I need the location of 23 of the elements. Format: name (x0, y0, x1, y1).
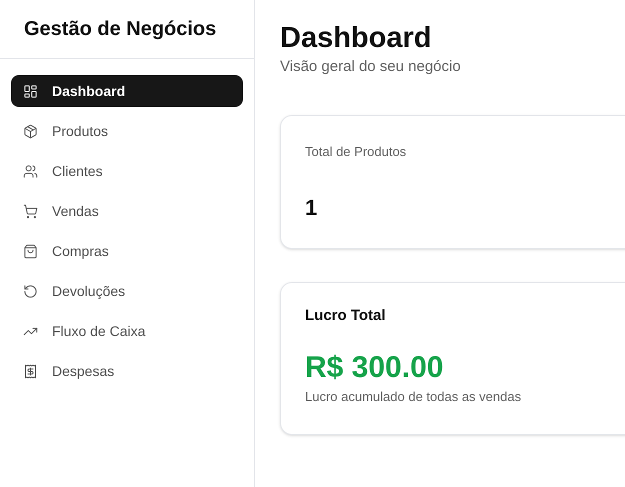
box-icon (23, 124, 38, 138)
nav-item[interactable]: Vendas (11, 195, 243, 227)
bag-icon (23, 244, 38, 258)
users-icon (23, 164, 38, 178)
page-subtitle: Visão geral do seu negócio (280, 57, 462, 78)
nav-item[interactable]: Fluxo de Caixa (11, 315, 243, 347)
dashboard-icon (23, 84, 38, 98)
card-note: Lucro acumulado de todas as vendas (305, 388, 522, 406)
card-title: Lucro Total (305, 306, 387, 326)
nav-item[interactable]: Produtos (11, 115, 243, 147)
nav-item[interactable]: Despesas (11, 355, 243, 387)
nav-item[interactable]: Clientes (11, 155, 243, 187)
nav-item[interactable]: Devoluções (11, 275, 243, 307)
card-value: R$ 300.00 (305, 350, 444, 386)
page-title: Dashboard (280, 21, 432, 56)
card-value: 1 (305, 194, 318, 222)
nav-item[interactable]: Compras (11, 235, 243, 267)
cart-icon (23, 204, 38, 218)
app-title: Gestão de Negócios (24, 17, 216, 42)
card-title: Total de Produtos (305, 142, 408, 161)
receipt-icon (23, 364, 38, 378)
undo-icon (23, 284, 38, 298)
nav-item[interactable]: Dashboard (11, 75, 243, 107)
